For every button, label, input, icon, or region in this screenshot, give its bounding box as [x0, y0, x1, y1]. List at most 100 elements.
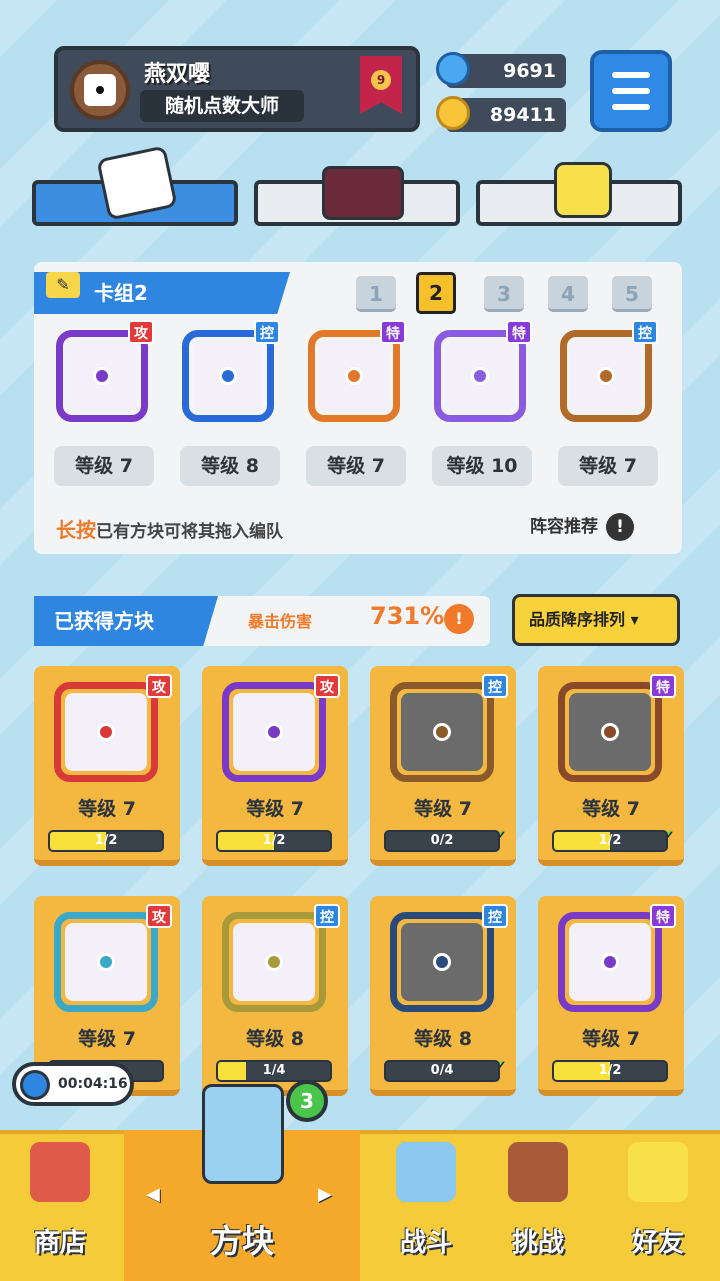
- drag-hint: 长按已有方块可将其拖入编队: [56, 518, 283, 542]
- card-type-tag: 控: [482, 674, 508, 698]
- nav-next-arrow[interactable]: ▶: [318, 1184, 332, 1205]
- card-type-tag: 控: [632, 320, 658, 344]
- deck-card-level: 等级 7: [54, 446, 154, 486]
- tab-dice[interactable]: [32, 145, 238, 226]
- card-type-tag: 攻: [314, 674, 340, 698]
- deck-card[interactable]: 特: [428, 320, 532, 424]
- deck-card-level: 等级 7: [306, 446, 406, 486]
- card-level: 等级 7: [582, 798, 640, 820]
- owned-card[interactable]: 控 ✓ 等级 8 0/4: [370, 896, 516, 1096]
- card-level: 等级 7: [582, 1028, 640, 1050]
- card-progress-bar: 1/2: [48, 830, 164, 852]
- card-type-tag: 控: [314, 904, 340, 928]
- pencil-icon[interactable]: ✎: [46, 272, 80, 298]
- card-frame: [54, 912, 158, 1012]
- menu-button[interactable]: [590, 50, 672, 132]
- nav-shop[interactable]: 商店: [0, 1130, 120, 1281]
- card-frame: [558, 682, 662, 782]
- signpost-icon: [508, 1142, 568, 1202]
- owned-card[interactable]: 特 等级 7 1/2: [538, 896, 684, 1096]
- card-frame: [558, 912, 662, 1012]
- timer-bubble[interactable]: 00:04:16: [12, 1062, 134, 1106]
- rank-badge: 9: [360, 56, 402, 114]
- shield-icon: [396, 1142, 456, 1202]
- crit-value: 731%: [370, 602, 445, 630]
- tab-board[interactable]: [254, 166, 460, 226]
- menu-icon: [612, 72, 650, 78]
- owned-card[interactable]: 控 等级 8 1/4: [202, 896, 348, 1096]
- card-frame: [390, 682, 494, 782]
- nav-prev-arrow[interactable]: ◀: [146, 1184, 160, 1205]
- deck-card[interactable]: 控: [554, 320, 658, 424]
- owned-card[interactable]: 攻 等级 7 1/2: [202, 666, 348, 866]
- deck-card-level: 等级 10: [432, 446, 532, 486]
- nav-friends[interactable]: 好友: [598, 1130, 718, 1281]
- deck-card[interactable]: 控: [176, 320, 280, 424]
- owned-card[interactable]: 控 ✓ 等级 7 0/2: [370, 666, 516, 866]
- dice-icon: [96, 145, 178, 221]
- card-progress-bar: 1/2: [216, 830, 332, 852]
- owned-title: 已获得方块: [34, 596, 218, 646]
- card-level: 等级 7: [78, 1028, 136, 1050]
- card-progress-bar: 0/4: [384, 1060, 500, 1082]
- owned-card[interactable]: 攻 等级 7 1/2: [34, 666, 180, 866]
- card-level: 等级 8: [246, 1028, 304, 1050]
- gem-icon: [436, 52, 470, 86]
- block-icon: [202, 1084, 284, 1184]
- shop-icon: [30, 1142, 90, 1202]
- card-frame: [222, 912, 326, 1012]
- card-type-tag: 特: [650, 674, 676, 698]
- deck-tab-1[interactable]: 1: [356, 276, 396, 312]
- coin-icon: [436, 96, 470, 130]
- card-type-tag: 特: [650, 904, 676, 928]
- deck-tab-4[interactable]: 4: [548, 276, 588, 312]
- card-type-tag: 攻: [128, 320, 154, 344]
- crit-label: 暴击伤害: [248, 612, 313, 631]
- clock-icon: [20, 1070, 50, 1100]
- card-type-tag: 控: [482, 904, 508, 928]
- avatar: [70, 60, 130, 120]
- deck-tab-5[interactable]: 5: [612, 276, 652, 312]
- card-progress-bar: 1/2: [552, 1060, 668, 1082]
- card-type-tag: 控: [254, 320, 280, 344]
- nav-blocks[interactable]: 方块: [182, 1084, 302, 1281]
- dice-icon: [84, 74, 116, 106]
- deck-tab-3[interactable]: 3: [484, 276, 524, 312]
- board-icon: [322, 166, 404, 220]
- profile-panel[interactable]: 燕双嘤 随机点数大师 9: [54, 46, 420, 132]
- deck-panel: 卡组2 ✎ 1 2 3 4 5 攻等级 7 控等级 8 特等级 7 特等级 10…: [34, 262, 682, 554]
- deck-card-level: 等级 7: [558, 446, 658, 486]
- card-level: 等级 8: [414, 1028, 472, 1050]
- card-level: 等级 7: [78, 798, 136, 820]
- sort-dropdown[interactable]: 品质降序排列 ▾: [512, 594, 680, 646]
- card-frame: [390, 912, 494, 1012]
- card-frame: [54, 682, 158, 782]
- deck-card[interactable]: 特: [302, 320, 406, 424]
- deck-card[interactable]: 攻: [50, 320, 154, 424]
- deck-tab-2[interactable]: 2: [416, 272, 456, 314]
- card-level: 等级 7: [414, 798, 472, 820]
- blocks-badge: 3: [286, 1080, 328, 1122]
- friend-icon: [628, 1142, 688, 1202]
- smiley-icon: [554, 162, 612, 218]
- crit-info-icon[interactable]: !: [444, 604, 474, 634]
- nav-battle[interactable]: 战斗: [366, 1130, 486, 1281]
- player-name: 燕双嘤: [144, 62, 211, 87]
- owned-card[interactable]: 特 ✓ 等级 7 1/2: [538, 666, 684, 866]
- nav-challenge[interactable]: 挑战: [478, 1130, 598, 1281]
- card-type-tag: 特: [506, 320, 532, 344]
- card-progress-bar: 0/2: [384, 830, 500, 852]
- card-type-tag: 攻: [146, 904, 172, 928]
- player-title: 随机点数大师: [140, 90, 304, 122]
- card-type-tag: 特: [380, 320, 406, 344]
- info-icon: !: [606, 513, 634, 541]
- card-type-tag: 攻: [146, 674, 172, 698]
- card-level: 等级 7: [246, 798, 304, 820]
- owned-header: 已获得方块 暴击伤害 731% !: [34, 596, 490, 646]
- card-progress-bar: 1/2: [552, 830, 668, 852]
- tab-emote[interactable]: [476, 162, 682, 226]
- card-frame: [222, 682, 326, 782]
- lineup-recommend-button[interactable]: 阵容推荐!: [530, 512, 634, 541]
- deck-card-level: 等级 8: [180, 446, 280, 486]
- card-progress-bar: 1/4: [216, 1060, 332, 1082]
